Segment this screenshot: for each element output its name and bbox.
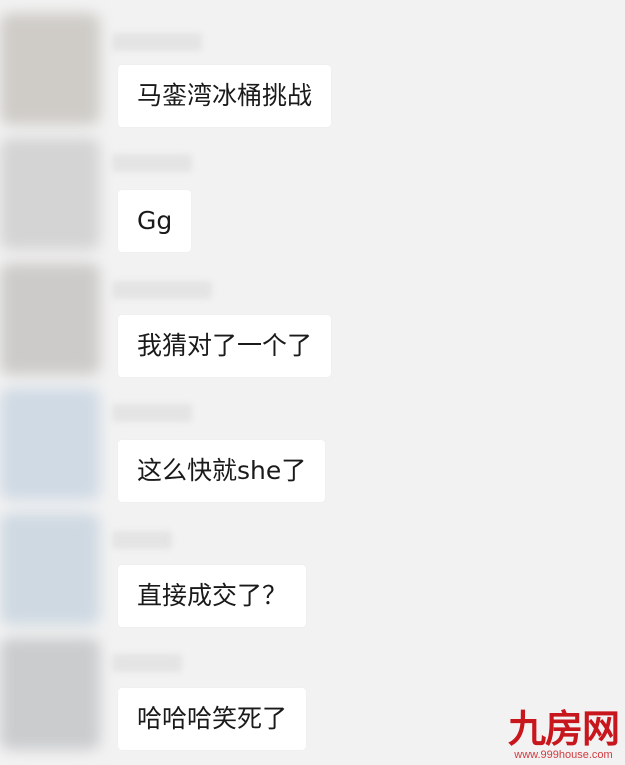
sender-name	[112, 531, 172, 549]
chat-message: 我猜对了一个了	[0, 253, 625, 378]
message-bubble[interactable]: 我猜对了一个了	[118, 315, 332, 377]
sender-avatar[interactable]	[0, 638, 100, 750]
chat-message: 直接成交了？	[0, 503, 625, 628]
sender-name	[112, 654, 182, 672]
sender-name	[112, 404, 192, 422]
sender-avatar[interactable]	[0, 388, 100, 500]
site-watermark: 九房网 www.999house.com	[507, 706, 620, 762]
sender-name	[112, 281, 212, 299]
sender-avatar[interactable]	[0, 513, 100, 625]
chat-message: 这么快就she了	[0, 378, 625, 503]
message-bubble[interactable]: 直接成交了？	[118, 565, 307, 627]
sender-avatar[interactable]	[0, 13, 100, 125]
message-bubble[interactable]: 这么快就she了	[118, 440, 326, 502]
watermark-url: www.999house.com	[514, 749, 613, 761]
sender-avatar[interactable]	[0, 263, 100, 375]
chat-message: 马銮湾冰桶挑战	[0, 5, 625, 130]
sender-avatar[interactable]	[0, 138, 100, 250]
chat-message: Gg	[0, 128, 625, 253]
message-bubble[interactable]: Gg	[118, 190, 192, 252]
message-bubble[interactable]: 哈哈哈笑死了	[118, 688, 307, 750]
sender-name	[112, 33, 202, 51]
message-bubble[interactable]: 马銮湾冰桶挑战	[118, 65, 332, 127]
watermark-logo: 九房网	[507, 706, 620, 751]
sender-name	[112, 154, 192, 172]
chat-message-list: 马銮湾冰桶挑战 Gg 我猜对了一个了 这么快就she了 直接成交了？ 哈哈哈笑死…	[0, 0, 625, 765]
